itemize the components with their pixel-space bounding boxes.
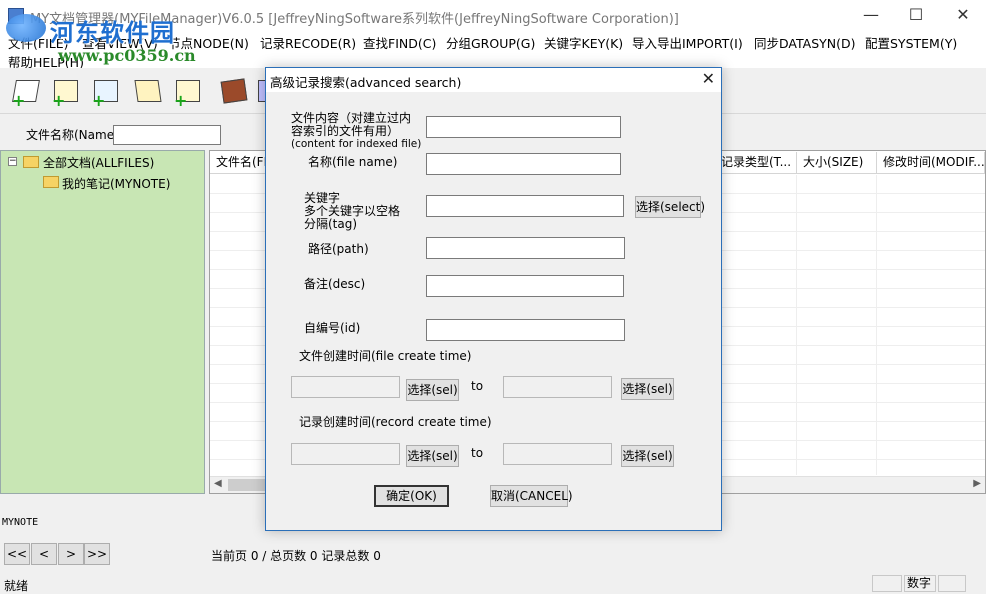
column-modified[interactable]: 修改时间(MODIF...	[877, 152, 985, 174]
desc-input[interactable]	[426, 275, 624, 297]
new-copy-icon[interactable]: +	[90, 74, 124, 109]
menu-record[interactable]: 记录RECODE(R)	[260, 33, 356, 52]
menu-system[interactable]: 配置SYSTEM(Y)	[865, 33, 957, 52]
tree-item-allfiles[interactable]: 全部文档(ALLFILES)	[43, 154, 154, 171]
next-page-button[interactable]: >	[58, 543, 84, 565]
menu-find[interactable]: 查找FIND(C)	[363, 33, 436, 52]
dialog-title-bar: 高级记录搜索(advanced search) ✕	[266, 68, 721, 92]
dialog-close-button[interactable]: ✕	[702, 68, 715, 90]
file-time-from-input	[291, 376, 400, 398]
content-label-2: 容索引的文件有用）	[291, 124, 400, 138]
content-input[interactable]	[426, 116, 621, 138]
content-label-3: (content for indexed file)	[291, 138, 422, 150]
first-page-button[interactable]: <<	[4, 543, 30, 565]
watermark-logo	[6, 14, 46, 42]
status-bar: 就绪 数字	[0, 574, 986, 593]
record-time-from-input	[291, 443, 400, 465]
record-time-to-input	[503, 443, 612, 465]
watermark-title: 河东软件园	[50, 18, 175, 47]
tag-label-3: 分隔(tag)	[304, 217, 358, 231]
new-file-icon[interactable]: +	[50, 74, 84, 109]
column-size[interactable]: 大小(SIZE)	[797, 152, 877, 174]
file-time-to-select-button[interactable]: 选择(sel)	[621, 378, 674, 400]
status-numlock: 数字	[904, 575, 936, 592]
maximize-button[interactable]: ☐	[893, 0, 939, 32]
scroll-right-icon[interactable]: ▶	[973, 478, 981, 489]
last-page-button[interactable]: >>	[84, 543, 110, 565]
file-time-to-label: to	[471, 379, 484, 393]
path-label: 路径(path)	[308, 242, 369, 256]
scrollbar-thumb[interactable]	[228, 479, 270, 491]
record-create-time-label: 记录创建时间(record create time)	[299, 415, 492, 429]
filename-input[interactable]	[426, 153, 621, 175]
folder-icon	[23, 156, 39, 168]
watermark-url: www.pc0359.cn	[58, 46, 196, 65]
dialog-title: 高级记录搜索(advanced search)	[270, 75, 462, 90]
record-time-to-label: to	[471, 446, 484, 460]
tag-input[interactable]	[426, 195, 624, 217]
folder-open-icon	[43, 176, 59, 188]
status-cell	[938, 575, 966, 592]
menu-key[interactable]: 关键字KEY(K)	[544, 33, 623, 52]
current-node-label: MYNOTE	[2, 517, 39, 528]
file-time-from-select-button[interactable]: 选择(sel)	[406, 379, 459, 401]
book-icon[interactable]	[218, 74, 252, 108]
filename-label: 名称(file name)	[308, 155, 398, 169]
desc-label: 备注(desc)	[304, 277, 366, 291]
column-record-type[interactable]: 记录类型(T...	[715, 152, 797, 174]
file-time-to-input	[503, 376, 612, 398]
folder-tree: − 全部文档(ALLFILES) 我的笔记(MYNOTE)	[0, 150, 205, 494]
name-filter-input[interactable]	[113, 125, 221, 145]
status-text: 就绪	[4, 579, 29, 593]
page-status: 当前页 0 / 总页数 0 记录总数 0	[211, 549, 381, 563]
record-time-from-select-button[interactable]: 选择(sel)	[406, 445, 459, 467]
attach-icon[interactable]: +	[172, 74, 206, 109]
record-time-to-select-button[interactable]: 选择(sel)	[621, 445, 674, 467]
status-cell	[872, 575, 902, 592]
id-input[interactable]	[426, 319, 625, 341]
import-icon[interactable]	[132, 74, 166, 108]
cancel-button[interactable]: 取消(CANCEL)	[490, 485, 573, 507]
advanced-search-dialog: 高级记录搜索(advanced search) ✕ 文件内容（对建立过内 容索引…	[265, 67, 722, 531]
menu-datasyn[interactable]: 同步DATASYN(D)	[754, 33, 856, 52]
scroll-left-icon[interactable]: ◀	[214, 478, 222, 489]
id-label: 自编号(id)	[304, 321, 361, 335]
menu-group[interactable]: 分组GROUP(G)	[446, 33, 535, 52]
new-document-icon[interactable]: +	[10, 74, 44, 109]
name-filter-label: 文件名称(Name)	[26, 128, 119, 142]
ok-button[interactable]: 确定(OK)	[374, 485, 449, 507]
tag-select-button[interactable]: 选择(select)	[635, 196, 705, 218]
prev-page-button[interactable]: <	[31, 543, 57, 565]
column-filename[interactable]: 文件名(FI	[210, 152, 268, 174]
tree-item-mynote[interactable]: 我的笔记(MYNOTE)	[62, 175, 170, 192]
minimize-button[interactable]: —	[848, 0, 894, 32]
close-button[interactable]: ✕	[940, 0, 986, 32]
menu-import[interactable]: 导入导出IMPORT(I)	[632, 33, 743, 52]
path-input[interactable]	[426, 237, 625, 259]
tree-expander[interactable]: −	[8, 157, 17, 166]
file-create-time-label: 文件创建时间(file create time)	[299, 349, 472, 363]
